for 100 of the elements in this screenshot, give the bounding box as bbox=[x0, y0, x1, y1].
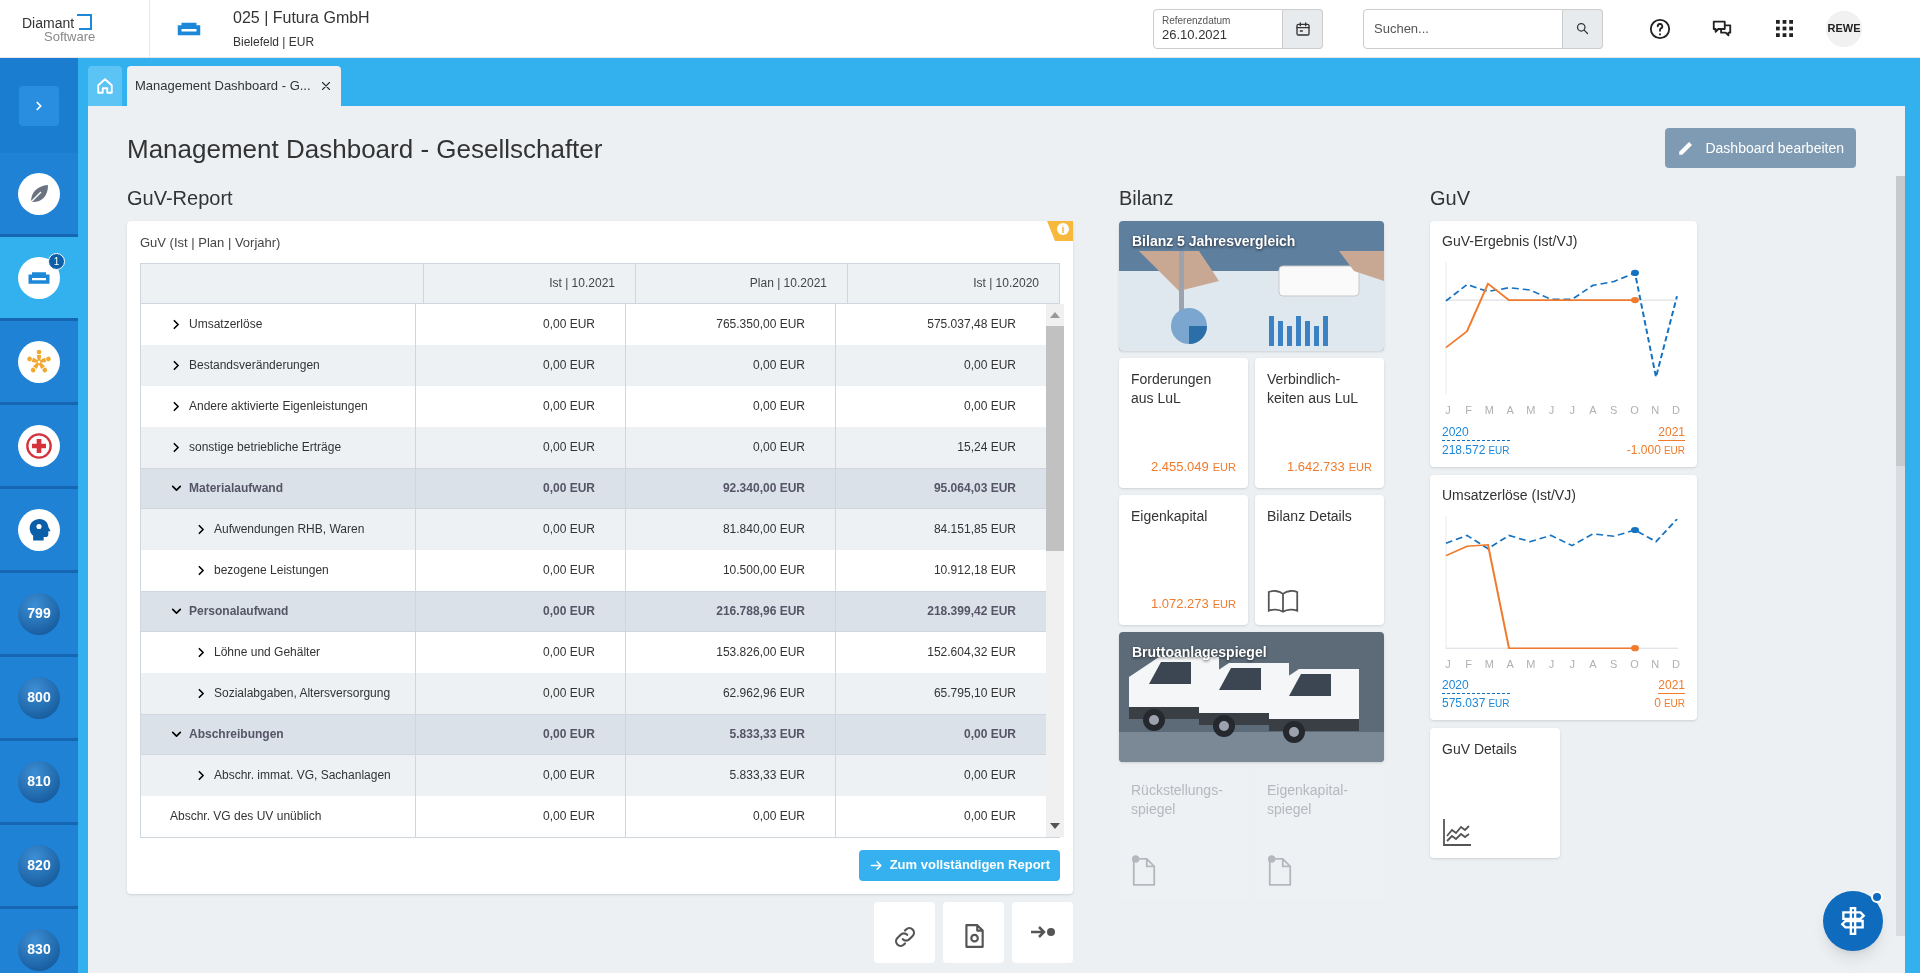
search-field[interactable]: Suchen... bbox=[1363, 8, 1563, 49]
module-number: 820 bbox=[18, 844, 60, 887]
sidebar-item[interactable]: 830 bbox=[0, 909, 78, 973]
sidebar-item[interactable] bbox=[0, 405, 78, 489]
table-cell: 0,00 EUR bbox=[416, 714, 626, 754]
tile-title: Eigenkapital-spiegel bbox=[1267, 781, 1349, 819]
sidebar-item[interactable]: 799 bbox=[0, 573, 78, 657]
logo[interactable]: Diamant Software bbox=[0, 0, 150, 57]
table-row[interactable]: Aufwendungen RHB, Waren 0,00 EUR 81.840,00 EUR 84.151,85 EUR bbox=[141, 508, 1046, 550]
link-tile[interactable]: Bilanz Details bbox=[1255, 495, 1384, 625]
table-cell-text: 65.795,10 EUR bbox=[932, 685, 1017, 702]
table-cell-text: 0,00 EUR bbox=[962, 726, 1017, 743]
table-cell-text: 15,24 EUR bbox=[956, 439, 1017, 456]
row-label: Personalaufwand bbox=[189, 603, 289, 620]
sidebar-item[interactable] bbox=[0, 489, 78, 573]
table-row[interactable]: Abschreibungen 0,00 EUR 5.833,33 EUR 0,00 EUR bbox=[141, 713, 1046, 755]
table-cell-text: 0,00 EUR bbox=[962, 767, 1017, 784]
table-row[interactable]: Sozialabgaben, Altersversorgung 0,00 EUR 62.962,96 EUR 65.795,10 EUR bbox=[141, 672, 1046, 714]
sidebar-item[interactable]: 800 bbox=[0, 657, 78, 741]
book-icon bbox=[1267, 589, 1299, 613]
table-cell: 0,00 EUR bbox=[416, 549, 626, 591]
table-cell: 92.340,00 EUR bbox=[626, 468, 836, 508]
month-label: J bbox=[1547, 403, 1556, 418]
unit-label: EUR bbox=[1212, 596, 1236, 612]
link-tile[interactable]: GuV Details bbox=[1430, 728, 1560, 858]
module-number: 810 bbox=[18, 760, 60, 803]
notification-badge: 1 bbox=[48, 253, 65, 270]
month-label: S bbox=[1609, 656, 1619, 672]
settings-button[interactable] bbox=[943, 901, 1004, 963]
table-row[interactable]: Materialaufwand 0,00 EUR 92.340,00 EUR 95.064,03 EUR bbox=[141, 467, 1046, 509]
kpi-tile[interactable]: Eigenkapital 1.072.273 EUR bbox=[1119, 495, 1248, 625]
document-icon bbox=[1267, 855, 1293, 887]
document-icon bbox=[1131, 855, 1157, 887]
company-name: 025 | Futura GmbH bbox=[233, 8, 371, 28]
chart-tile[interactable]: GuV-Ergebnis (Ist/VJ) J F M A M J J A S O N D 2020 218.572 EUR 2021 -1.000 EUR bbox=[1430, 221, 1697, 467]
year-label: 2020 bbox=[1442, 678, 1510, 694]
table-cell-text: 0,00 EUR bbox=[962, 357, 1017, 374]
sidebar-item[interactable] bbox=[0, 321, 78, 405]
search-icon bbox=[1575, 21, 1590, 36]
scrollbar[interactable] bbox=[1896, 176, 1905, 936]
table-cell: 0,00 EUR bbox=[416, 754, 626, 796]
unit-label: EUR bbox=[1663, 697, 1685, 711]
table-cell: 0,00 EUR bbox=[416, 508, 626, 550]
unit-label: EUR bbox=[1488, 443, 1510, 458]
grid-icon bbox=[1775, 20, 1793, 37]
tile-title: Forderungen aus LuL bbox=[1131, 370, 1213, 408]
chart-tile[interactable]: Umsatzerlöse (Ist/VJ) J F M A M J J A S O N D 2020 575.037 EUR 2021 0 EUR bbox=[1430, 474, 1697, 720]
month-label: M bbox=[1483, 403, 1495, 418]
home-icon bbox=[96, 77, 114, 95]
table-cell: 0,00 EUR bbox=[626, 385, 836, 427]
tab[interactable]: Management Dashboard - G... bbox=[127, 66, 341, 106]
row-label: Bestandsveränderungen bbox=[189, 357, 320, 374]
section-heading: GuV bbox=[1430, 186, 1472, 211]
image-tile[interactable]: Bruttoanlagespiegel bbox=[1119, 632, 1384, 762]
search-button[interactable] bbox=[1563, 8, 1603, 49]
sidebar-item[interactable] bbox=[0, 153, 78, 237]
row-label: Umsatzerlöse bbox=[189, 316, 263, 333]
help-fab[interactable] bbox=[1823, 891, 1883, 951]
kpi-tile[interactable]: Verbindlich-keiten aus LuL 1.642.733 EUR bbox=[1255, 358, 1384, 488]
table-row[interactable]: Bestandsveränderungen 0,00 EUR 0,00 EUR 0,00 EUR bbox=[141, 344, 1046, 386]
unit-label: EUR bbox=[1488, 697, 1510, 711]
row-label: Abschr. VG des UV unüblich bbox=[170, 808, 322, 825]
table-cell: 0,00 EUR bbox=[416, 468, 626, 508]
month-label: J bbox=[1444, 403, 1452, 418]
unit-label: EUR bbox=[1348, 459, 1372, 475]
sidebar-item[interactable]: 1 bbox=[0, 237, 78, 321]
export-button[interactable] bbox=[1012, 901, 1073, 963]
calendar-icon bbox=[1294, 20, 1311, 37]
month-label: J bbox=[1547, 656, 1556, 672]
legend-value: -1.000 bbox=[1626, 441, 1661, 459]
month-label: M bbox=[1483, 656, 1495, 672]
month-label: S bbox=[1609, 403, 1619, 418]
link-button[interactable] bbox=[874, 901, 935, 963]
scroll-down-icon[interactable] bbox=[1050, 822, 1060, 829]
date-field[interactable]: Referenzdatum 26.10.2021 bbox=[1153, 8, 1283, 49]
month-label: F bbox=[1464, 656, 1474, 672]
row-label: bezogene Leistungen bbox=[214, 562, 329, 579]
data-point bbox=[1631, 644, 1639, 651]
sidebar-item[interactable]: 810 bbox=[0, 741, 78, 825]
table-row[interactable]: Abschr. immat. VG, Sachanlagen 0,00 EUR 5.833,33 EUR 0,00 EUR bbox=[141, 754, 1046, 796]
table-row[interactable]: sonstige betriebliche Erträge 0,00 EUR 0,00 EUR 15,24 EUR bbox=[141, 426, 1046, 468]
image-tile[interactable]: Bilanz 5 Jahresvergleich bbox=[1119, 221, 1384, 351]
sidebar-item[interactable]: 820 bbox=[0, 825, 78, 909]
table-cell: 0,00 EUR bbox=[416, 426, 626, 468]
tile-title: Eigenkapital bbox=[1131, 507, 1209, 526]
kpi-tile[interactable]: Forderungen aus LuL 2.455.049 EUR bbox=[1119, 358, 1248, 488]
calendar-button[interactable] bbox=[1283, 8, 1323, 49]
table-cell: 5.833,33 EUR bbox=[626, 714, 836, 754]
month-label: A bbox=[1588, 656, 1598, 672]
table-cell: 10.500,00 EUR bbox=[626, 549, 836, 591]
user-avatar[interactable]: REWE bbox=[1826, 10, 1862, 47]
month-label: N bbox=[1650, 403, 1661, 418]
table-row[interactable]: Personalaufwand 0,00 EUR 216.788,96 EUR 218.399,42 EUR bbox=[141, 590, 1046, 632]
scrollbar[interactable] bbox=[1046, 303, 1064, 837]
logo-text: Diamant bbox=[22, 16, 75, 30]
tile-title: Verbindlich-keiten aus LuL bbox=[1267, 370, 1360, 408]
month-label: O bbox=[1629, 403, 1640, 418]
unit-label: EUR bbox=[1663, 443, 1685, 458]
medical-cross-icon bbox=[25, 431, 53, 460]
month-label: D bbox=[1670, 656, 1681, 672]
